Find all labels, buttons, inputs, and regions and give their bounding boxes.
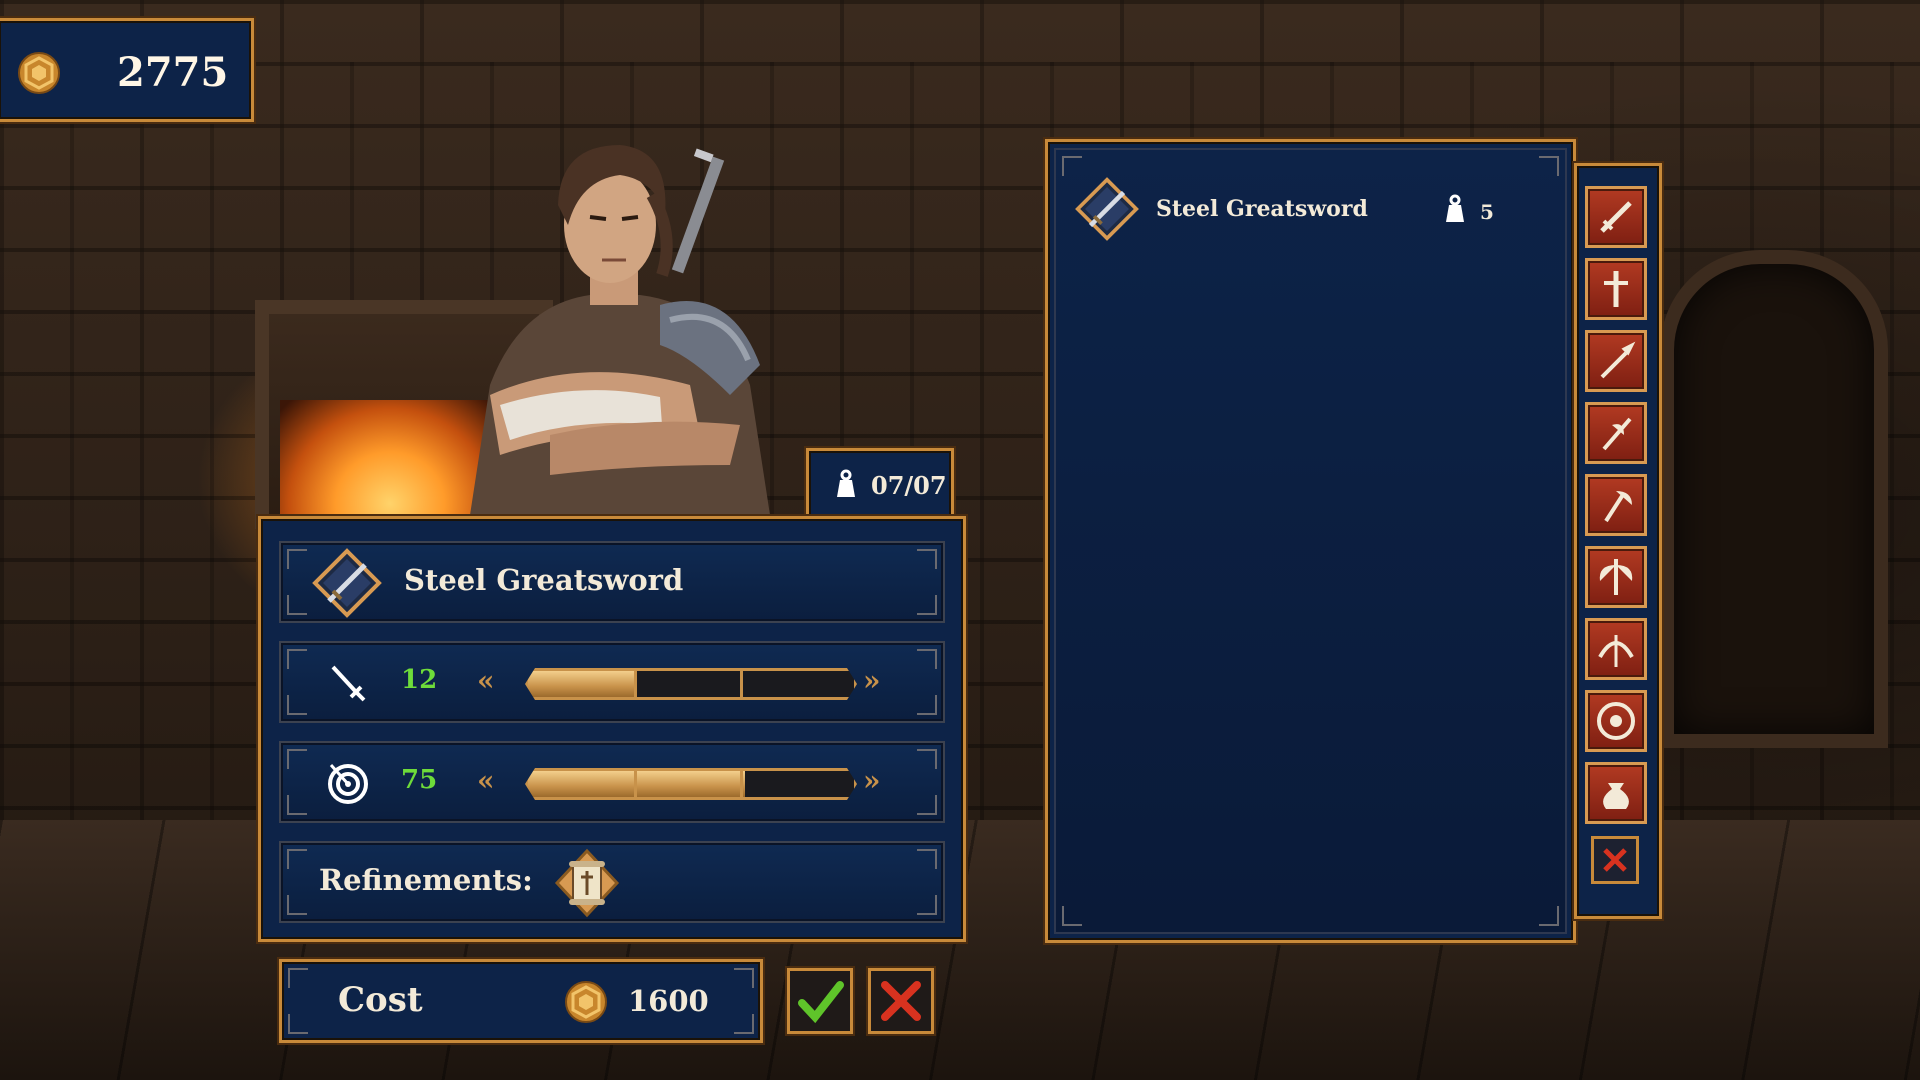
refinements-label: Refinements: bbox=[319, 863, 533, 897]
tab-double-axes[interactable] bbox=[1585, 546, 1647, 608]
accuracy-stat-row: 75 « » bbox=[279, 741, 945, 823]
inventory-list-inner: Steel Greatsword 5 bbox=[1054, 148, 1567, 934]
sword-icon bbox=[331, 665, 366, 702]
gold-coin-icon bbox=[18, 52, 60, 94]
accuracy-increase-arrow[interactable]: » bbox=[863, 767, 881, 795]
tab-axes[interactable] bbox=[1585, 474, 1647, 536]
tab-items[interactable] bbox=[1585, 762, 1647, 824]
damage-level-bar bbox=[525, 668, 857, 700]
greatsword-icon bbox=[1600, 201, 1632, 233]
tab-bows[interactable] bbox=[1585, 618, 1647, 680]
confirm-button[interactable] bbox=[787, 968, 853, 1034]
weight-icon bbox=[1446, 194, 1464, 222]
pouch-icon bbox=[1603, 783, 1629, 809]
weapon-detail-card: Steel Greatsword 12 « » 75 « » Refinemen… bbox=[258, 516, 966, 942]
spear-icon bbox=[1600, 341, 1636, 379]
close-icon bbox=[1603, 848, 1627, 872]
tab-shields[interactable] bbox=[1585, 690, 1647, 752]
cancel-button[interactable] bbox=[868, 968, 934, 1034]
cost-value: 1600 bbox=[628, 984, 709, 1018]
gold-coin-icon bbox=[565, 981, 607, 1023]
inventory-item-quantity: 5 bbox=[1480, 200, 1494, 224]
damage-value: 12 bbox=[401, 665, 438, 695]
accuracy-level-bar bbox=[525, 768, 857, 800]
tab-greatswords[interactable] bbox=[1585, 186, 1647, 248]
capacity-tab: 07/07 bbox=[806, 448, 954, 522]
greatsword-item-icon bbox=[312, 548, 382, 618]
target-icon bbox=[328, 763, 368, 804]
bow-icon bbox=[1598, 635, 1634, 667]
character-portrait bbox=[470, 145, 770, 515]
shield-icon bbox=[1597, 702, 1635, 740]
double-axe-icon bbox=[1599, 559, 1633, 595]
tab-daggers[interactable] bbox=[1585, 258, 1647, 320]
inventory-item[interactable]: Steel Greatsword 5 bbox=[1074, 176, 1544, 242]
weapon-name-row: Steel Greatsword bbox=[279, 541, 945, 623]
halberd-icon bbox=[1602, 417, 1632, 451]
accuracy-decrease-arrow[interactable]: « bbox=[477, 767, 495, 795]
checkmark-icon bbox=[798, 981, 844, 1024]
weapon-category-tabs bbox=[1574, 163, 1662, 919]
damage-increase-arrow[interactable]: » bbox=[863, 667, 881, 695]
refinements-row: Refinements: bbox=[279, 841, 945, 923]
cost-box: Cost 1600 bbox=[279, 959, 763, 1043]
damage-stat-row: 12 « » bbox=[279, 641, 945, 723]
damage-level-fill bbox=[528, 671, 637, 697]
tab-halberds[interactable] bbox=[1585, 402, 1647, 464]
hand-axe-icon bbox=[1604, 491, 1632, 523]
inventory-list-panel: Steel Greatsword 5 bbox=[1045, 139, 1576, 943]
greatsword-item-icon bbox=[1075, 177, 1139, 241]
stone-archway bbox=[1660, 250, 1888, 748]
capacity-value: 07/07 bbox=[871, 471, 947, 500]
weight-icon bbox=[837, 469, 855, 497]
gold-amount: 2775 bbox=[117, 49, 229, 96]
cost-label: Cost bbox=[338, 980, 423, 1020]
damage-decrease-arrow[interactable]: « bbox=[477, 667, 495, 695]
close-icon bbox=[881, 981, 921, 1021]
accuracy-value: 75 bbox=[401, 765, 438, 795]
scroll-icon[interactable] bbox=[551, 847, 623, 919]
gold-counter: 2775 bbox=[0, 18, 254, 122]
tab-spears[interactable] bbox=[1585, 330, 1647, 392]
dagger-icon bbox=[1604, 271, 1628, 307]
weapon-name: Steel Greatsword bbox=[404, 563, 684, 597]
inventory-item-name: Steel Greatsword bbox=[1156, 196, 1368, 222]
clear-filter-button[interactable] bbox=[1591, 836, 1639, 884]
